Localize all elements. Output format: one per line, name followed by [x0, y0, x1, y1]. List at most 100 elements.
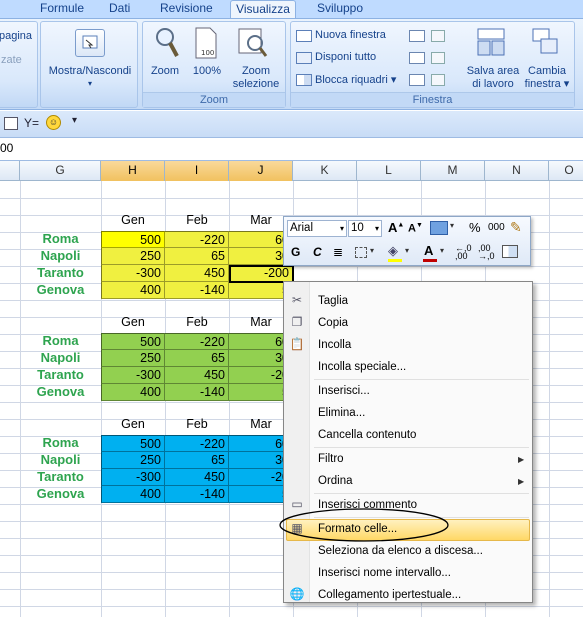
tab-formule[interactable]: Formule: [40, 0, 84, 18]
chevron-down-icon[interactable]: ▾: [450, 221, 454, 230]
table-cell[interactable]: -220: [165, 333, 229, 350]
table-cell[interactable]: -300: [101, 265, 165, 282]
disponi-tutto-button[interactable]: Disponi tutto: [315, 51, 376, 63]
hide-window-icon[interactable]: [409, 52, 425, 64]
smiley-icon[interactable]: ☺: [46, 115, 61, 130]
table-cell[interactable]: -220: [165, 231, 229, 248]
tab-visualizza[interactable]: Visualizza: [230, 0, 296, 18]
hyperlink-icon: 🌐: [289, 587, 305, 601]
split-icon[interactable]: [409, 30, 425, 42]
column-header-k[interactable]: K: [293, 161, 357, 181]
percent-button[interactable]: %: [469, 220, 481, 235]
fill-dropdown-icon[interactable]: ▾: [405, 246, 409, 255]
column-header-n[interactable]: N: [485, 161, 549, 181]
column-header-h[interactable]: H: [101, 161, 165, 181]
cell-styles-icon[interactable]: [430, 221, 448, 235]
borders-dropdown-icon[interactable]: ▾: [370, 246, 374, 255]
fill-color-icon[interactable]: ◈: [388, 243, 398, 259]
grow-font-icon[interactable]: A▲: [388, 220, 404, 235]
table-cell[interactable]: 450: [165, 265, 229, 282]
salva-area-button[interactable]: Salva area di lavoro: [463, 65, 523, 91]
table-cell[interactable]: 65: [165, 350, 229, 367]
partial-label: zate: [1, 54, 22, 66]
zoom-button[interactable]: Zoom: [145, 65, 185, 78]
sync-scroll-icon[interactable]: [431, 52, 445, 64]
shrink-font-icon[interactable]: A▼: [408, 222, 423, 235]
menu-item-cancella-contenuto[interactable]: Cancella contenuto: [318, 429, 416, 441]
decrease-decimal-icon[interactable]: ,00 →,0: [478, 244, 495, 261]
submenu-arrow-icon: ▶: [518, 455, 525, 464]
column-header-l[interactable]: L: [357, 161, 421, 181]
unhide-window-icon[interactable]: [409, 74, 425, 86]
column-header-g[interactable]: G: [20, 161, 101, 181]
menu-item-filtro[interactable]: Filtro: [318, 453, 344, 465]
table-cell[interactable]: 250: [101, 350, 165, 367]
table-cell[interactable]: 450: [165, 469, 229, 486]
scissors-icon: ✂: [291, 293, 303, 307]
table-cell[interactable]: 400: [101, 282, 165, 299]
thousands-button[interactable]: 000: [488, 222, 505, 233]
column-header-m[interactable]: M: [421, 161, 485, 181]
column-header-i[interactable]: I: [165, 161, 229, 181]
layout-pagina-button[interactable]: pagina: [0, 30, 32, 42]
menu-item-incolla-speciale[interactable]: Incolla speciale...: [318, 361, 406, 373]
column-header-o[interactable]: O: [549, 161, 583, 181]
font-color-dropdown-icon[interactable]: ▾: [440, 246, 444, 255]
table-cell[interactable]: 400: [101, 384, 165, 401]
city-label: Genova: [36, 282, 85, 297]
table-cell[interactable]: 250: [101, 452, 165, 469]
table-cell[interactable]: -300: [101, 367, 165, 384]
filter-icon[interactable]: Y=: [24, 116, 39, 130]
tab-revisione[interactable]: Revisione: [160, 0, 213, 18]
zoom-selezione-button[interactable]: Zoom selezione: [227, 65, 285, 91]
print-preview-icon[interactable]: [4, 117, 18, 130]
table-cell[interactable]: 500: [101, 435, 165, 452]
menu-item-taglia[interactable]: Taglia: [318, 295, 348, 307]
table-cell[interactable]: 65: [165, 248, 229, 265]
merge-center-icon[interactable]: [502, 245, 518, 258]
menu-item-copia[interactable]: Copia: [318, 317, 348, 329]
menu-item-elimina[interactable]: Elimina...: [318, 407, 365, 419]
column-header-j[interactable]: J: [229, 161, 293, 181]
table-cell[interactable]: 65: [165, 452, 229, 469]
table-cell[interactable]: -300: [101, 469, 165, 486]
borders-icon[interactable]: [355, 247, 367, 258]
blocca-riquadri-button[interactable]: Blocca riquadri ▾: [315, 73, 396, 86]
table-cell[interactable]: -140: [165, 486, 229, 503]
zoom-100-button[interactable]: 100%: [187, 65, 227, 78]
font-name-select[interactable]: Arial ▾: [287, 220, 347, 237]
tab-sviluppo[interactable]: Sviluppo: [317, 0, 363, 18]
table-cell[interactable]: 500: [101, 231, 165, 248]
table-cell[interactable]: 250: [101, 248, 165, 265]
menu-item-collegamento-ipertestuale[interactable]: Collegamento ipertestuale...: [318, 589, 461, 601]
menu-item-ordina[interactable]: Ordina: [318, 475, 353, 487]
tab-dati[interactable]: Dati: [109, 0, 130, 18]
center-align-icon[interactable]: ≣: [333, 245, 343, 259]
table-cell[interactable]: 400: [101, 486, 165, 503]
side-by-side-icon[interactable]: [431, 30, 445, 42]
customize-qat-icon[interactable]: ▾: [72, 115, 77, 126]
menu-item-incolla[interactable]: Incolla: [318, 339, 351, 351]
menu-item-inserisci[interactable]: Inserisci...: [318, 385, 370, 397]
increase-decimal-icon[interactable]: ←,0,00: [455, 244, 472, 261]
table-cell[interactable]: 450: [165, 367, 229, 384]
table-cell[interactable]: -220: [165, 435, 229, 452]
submenu-arrow-icon: ▶: [518, 477, 525, 486]
font-color-icon[interactable]: A: [424, 243, 433, 258]
table-cell[interactable]: 500: [101, 333, 165, 350]
reset-position-icon[interactable]: [431, 74, 445, 86]
formula-bar[interactable]: 00: [0, 137, 583, 161]
bold-button[interactable]: G: [291, 245, 300, 259]
column-header-partial[interactable]: [0, 161, 20, 181]
italic-button[interactable]: C: [313, 245, 322, 259]
cambia-finestra-button[interactable]: Cambia finestra ▾: [521, 65, 573, 91]
city-label: Napoli: [40, 452, 81, 467]
format-painter-icon[interactable]: ✎: [510, 219, 522, 236]
nuova-finestra-button[interactable]: Nuova finestra: [315, 29, 386, 41]
grid-row-line: [0, 198, 583, 199]
menu-item-inserisci-nome-intervallo[interactable]: Inserisci nome intervallo...: [318, 567, 451, 579]
font-size-select[interactable]: 10 ▾: [348, 220, 382, 237]
table-cell[interactable]: -140: [165, 384, 229, 401]
menu-item-seleziona-da-elenco-a-discesa[interactable]: Seleziona da elenco a discesa...: [318, 545, 483, 557]
table-cell[interactable]: -140: [165, 282, 229, 299]
